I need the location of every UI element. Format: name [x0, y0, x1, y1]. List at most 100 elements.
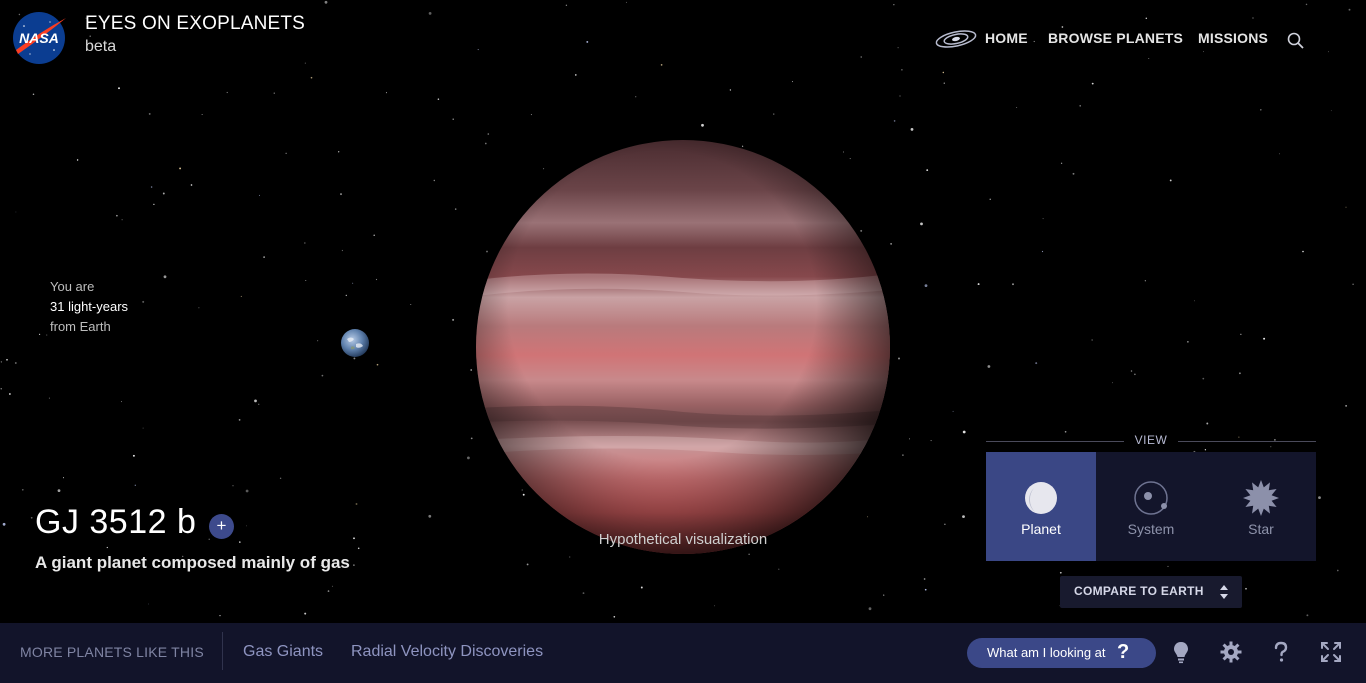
star-dot [1327, 51, 1329, 53]
star-dot [310, 76, 313, 79]
star-dot [582, 592, 585, 595]
star-dot [526, 563, 529, 566]
tag-gas-giants[interactable]: Gas Giants [243, 643, 323, 661]
galaxy-icon[interactable] [934, 28, 978, 50]
star-dot [32, 93, 35, 95]
compare-to-earth-select[interactable]: COMPARE TO EARTH [1060, 576, 1242, 608]
star-dot [89, 35, 91, 37]
divider [222, 632, 223, 670]
star-dot [860, 56, 862, 58]
star-dot [106, 546, 108, 549]
nav-browse-planets[interactable]: BROWSE PLANETS [1048, 30, 1183, 46]
star-dot [477, 49, 479, 51]
star-dot [613, 615, 616, 618]
star-dot [868, 607, 872, 611]
star-dot [153, 203, 155, 206]
what-am-i-looking-at-button[interactable]: What am I looking at ? [967, 638, 1156, 668]
star-dot [1145, 17, 1148, 20]
star-dot [530, 114, 532, 116]
star-dot [962, 430, 966, 434]
star-icon [1243, 480, 1279, 516]
star-dot [902, 454, 904, 456]
star-dot [1345, 405, 1347, 407]
star-dot [1260, 109, 1262, 111]
star-dot [586, 40, 589, 43]
view-star-button[interactable]: Star [1206, 452, 1316, 561]
star-dot [198, 307, 200, 309]
view-planet-button[interactable]: Planet [986, 452, 1096, 561]
star-dot [989, 198, 991, 200]
star-dot [660, 64, 663, 66]
star-dot [1059, 571, 1062, 574]
star-dot [338, 151, 340, 153]
add-planet-button[interactable]: + [209, 514, 234, 539]
visualization-note: Hypothetical visualization [598, 531, 768, 548]
star-dot [1245, 587, 1247, 590]
star-dot [1042, 218, 1044, 220]
view-system-button[interactable]: System [1096, 452, 1206, 561]
star-dot [1033, 40, 1035, 43]
nav-missions[interactable]: MISSIONS [1198, 30, 1268, 46]
star-dot [179, 167, 182, 170]
star-dot [1318, 496, 1321, 499]
star-dot [1202, 51, 1205, 53]
star-dot [245, 489, 249, 493]
star-dot [1016, 107, 1018, 109]
nasa-logo-text: NASA [19, 30, 59, 46]
star-dot [238, 419, 241, 421]
star-dot [952, 410, 954, 412]
star-dot [148, 603, 149, 605]
lightbulb-icon[interactable] [1169, 640, 1193, 664]
star-dot [1306, 614, 1309, 617]
star-dot [890, 243, 892, 245]
star-dot [150, 186, 153, 188]
star-dot [373, 234, 375, 236]
star-dot [410, 303, 412, 305]
star-dot [1240, 333, 1242, 335]
help-icon[interactable] [1269, 640, 1293, 664]
star-dot [778, 568, 780, 570]
search-icon[interactable] [1286, 31, 1306, 51]
star-dot [1206, 422, 1209, 425]
star-dot [219, 614, 221, 617]
star-dot [898, 357, 900, 360]
star-dot [6, 359, 8, 361]
star-dot [327, 590, 330, 592]
star-dot [1112, 382, 1114, 384]
star-dot [437, 98, 440, 100]
star-dot [132, 454, 135, 457]
star-dot [640, 586, 643, 589]
star-dot [1336, 569, 1339, 572]
star-dot [942, 71, 944, 74]
star-dot [0, 361, 3, 363]
star-dot [467, 456, 470, 460]
gear-icon[interactable] [1219, 640, 1243, 664]
star-dot [1091, 82, 1094, 85]
star-dot [1167, 565, 1169, 567]
star-dot [924, 284, 928, 287]
star-dot [62, 477, 65, 479]
star-dot [454, 208, 457, 210]
star-dot [1134, 373, 1136, 376]
star-dot [923, 578, 926, 580]
nav-home[interactable]: HOME [985, 30, 1028, 46]
fullscreen-icon[interactable] [1319, 640, 1343, 664]
tag-radial-velocity[interactable]: Radial Velocity Discoveries [351, 643, 543, 661]
star-dot [340, 193, 342, 196]
star-dot [163, 275, 167, 279]
star-dot [910, 127, 914, 131]
star-dot [625, 1, 627, 3]
star-dot [57, 489, 61, 492]
planet-name: GJ 3512 b [35, 503, 197, 541]
star-dot [376, 363, 379, 366]
star-dot [190, 184, 193, 186]
app-subtitle: beta [85, 38, 117, 55]
star-dot [433, 179, 436, 182]
star-dot [987, 365, 991, 368]
star-dot [258, 194, 261, 196]
star-dot [1035, 362, 1038, 365]
star-dot [14, 362, 17, 364]
star-dot [304, 62, 306, 64]
view-selector: Planet System Star [986, 452, 1316, 561]
star-dot [263, 256, 265, 258]
